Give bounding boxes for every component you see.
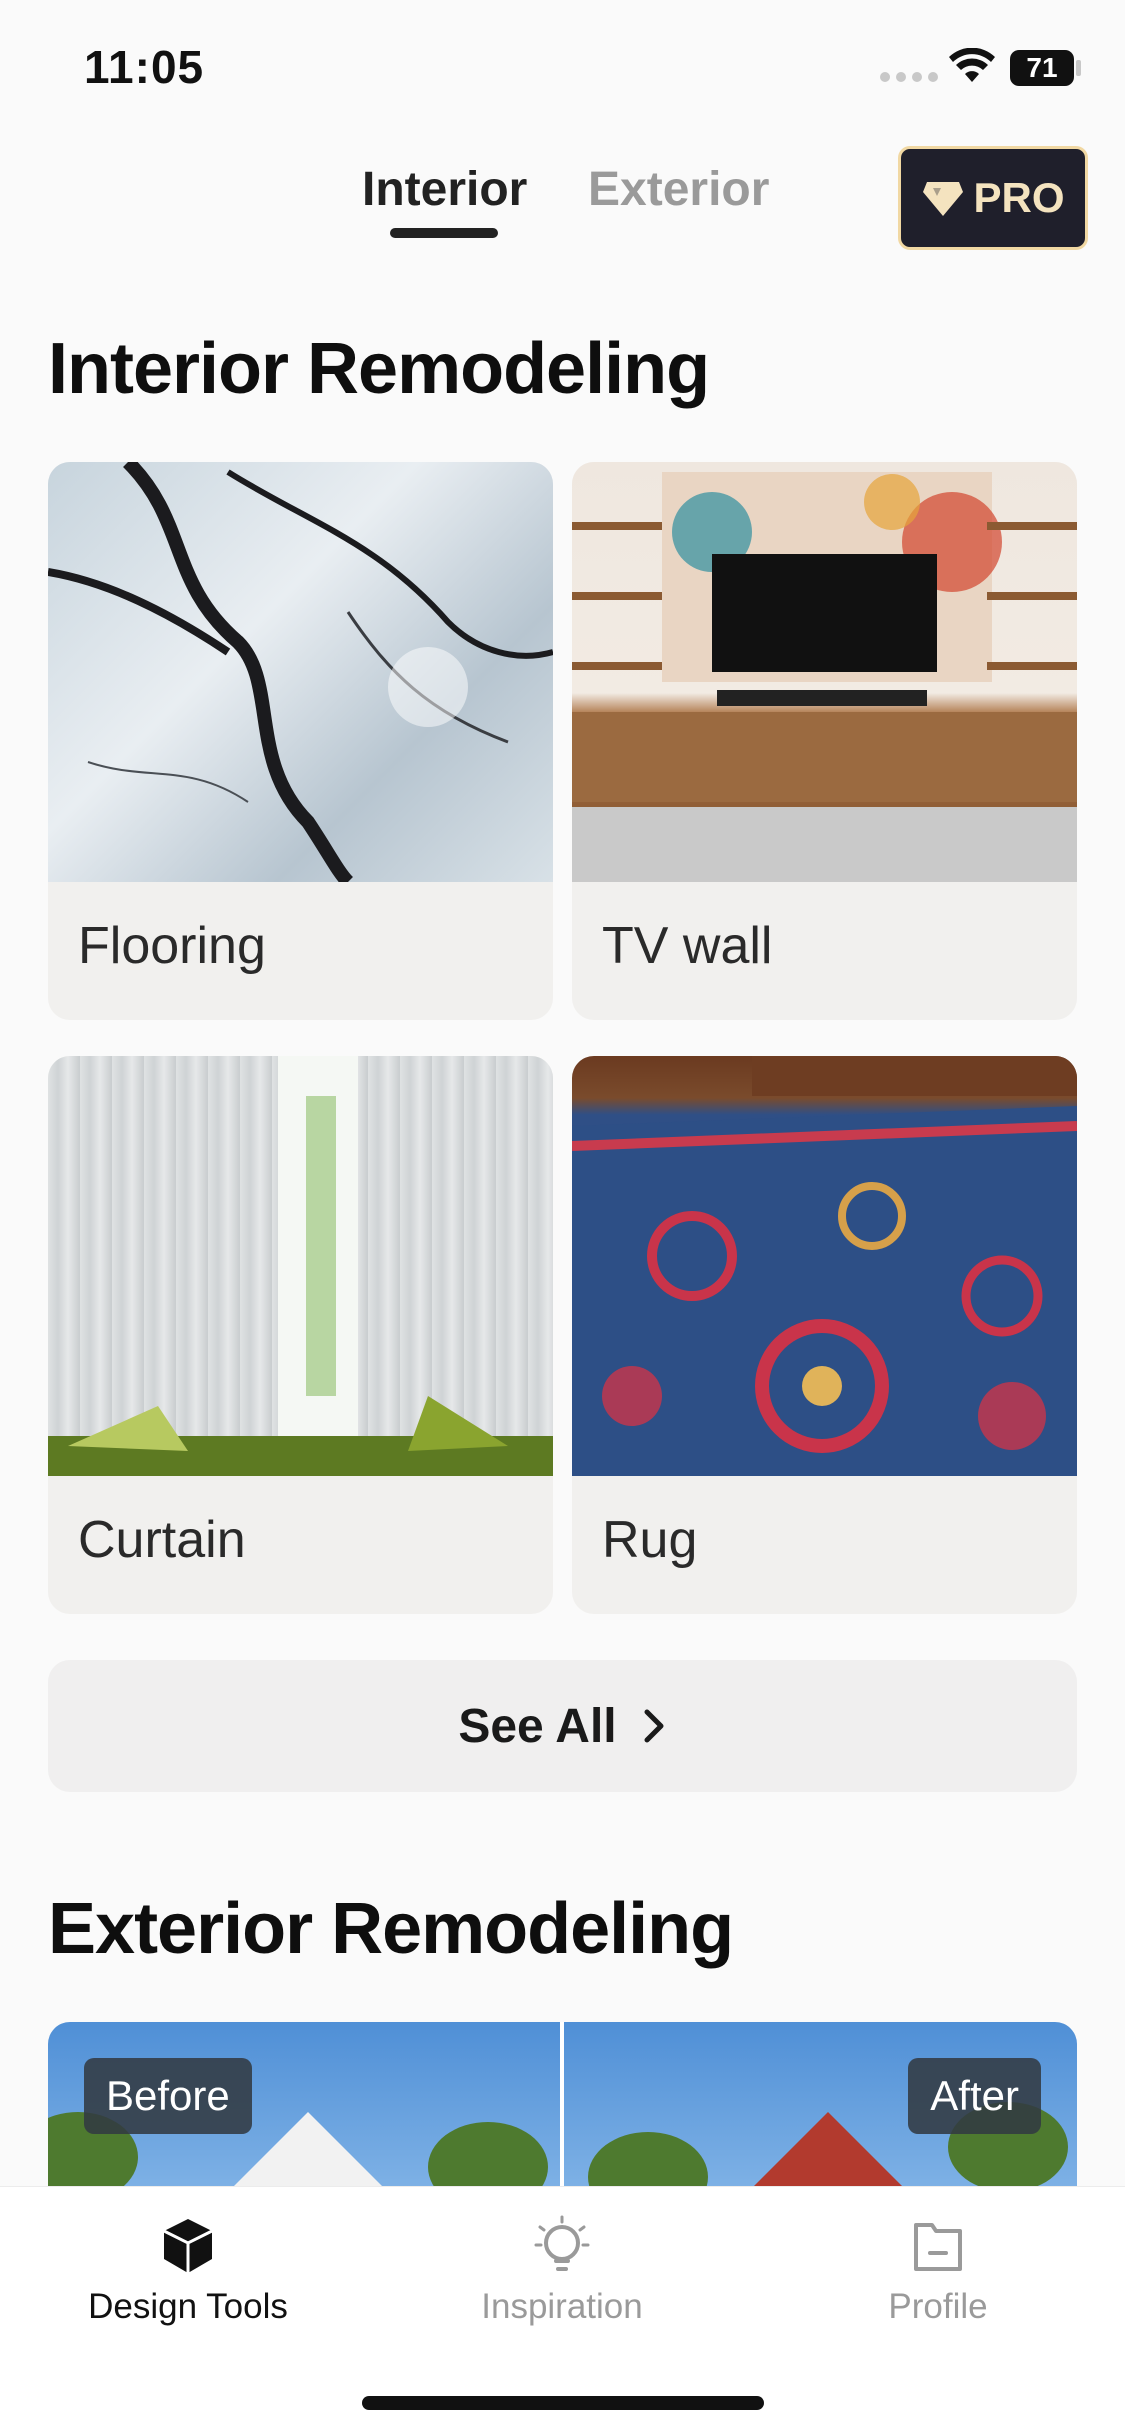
see-all-label: See All	[458, 1699, 617, 1753]
home-indicator	[362, 2396, 764, 2410]
see-all-button[interactable]: See All	[48, 1660, 1077, 1792]
card-label: Flooring	[78, 917, 266, 975]
tab-interior[interactable]: Interior	[362, 162, 527, 217]
nav-label: Design Tools	[88, 2287, 288, 2326]
tv-wall-image	[572, 462, 1077, 882]
status-time: 11:05	[84, 41, 205, 93]
nav-profile[interactable]: Profile	[788, 2215, 1088, 2327]
interior-section-title: Interior Remodeling	[48, 329, 710, 409]
pro-button[interactable]: PRO	[898, 146, 1088, 250]
card-label: Rug	[602, 1511, 698, 1569]
card-label: Curtain	[78, 1511, 246, 1569]
folder-icon	[914, 2223, 962, 2271]
battery-icon: 71	[1010, 50, 1074, 86]
nav-inspiration[interactable]: Inspiration	[412, 2215, 712, 2327]
card-rug[interactable]: Rug	[572, 1056, 1077, 1614]
cellular-signal-icon	[880, 72, 938, 82]
exterior-before-after-card[interactable]: Before After	[48, 2022, 1077, 2192]
rug-image	[572, 1056, 1077, 1476]
tab-exterior[interactable]: Exterior	[588, 162, 769, 217]
house-before-image	[228, 2112, 388, 2192]
pro-label: PRO	[973, 174, 1065, 221]
lightbulb-icon	[534, 2215, 590, 2271]
nav-label: Profile	[888, 2287, 988, 2326]
curtain-image	[48, 1056, 553, 1476]
cube-icon	[163, 2219, 213, 2273]
status-bar: 11:05 71	[0, 0, 1125, 140]
card-label: TV wall	[602, 917, 773, 975]
marble-floor-image	[48, 462, 553, 882]
chevron-right-icon	[644, 1709, 664, 1743]
battery-cap	[1076, 60, 1081, 76]
card-curtain[interactable]: Curtain	[48, 1056, 553, 1614]
house-after-image	[748, 2112, 908, 2192]
active-tab-indicator	[390, 228, 498, 238]
nav-label: Inspiration	[481, 2287, 643, 2326]
after-badge: After	[908, 2058, 1041, 2134]
before-badge: Before	[84, 2058, 252, 2134]
exterior-section-title: Exterior Remodeling	[48, 1889, 734, 1969]
nav-design-tools[interactable]: Design Tools	[38, 2215, 338, 2327]
card-flooring[interactable]: Flooring	[48, 462, 553, 1020]
wifi-icon	[949, 48, 995, 82]
before-after-divider[interactable]	[560, 2022, 564, 2192]
diamond-icon	[923, 182, 964, 216]
card-tv-wall[interactable]: TV wall	[572, 462, 1077, 1020]
